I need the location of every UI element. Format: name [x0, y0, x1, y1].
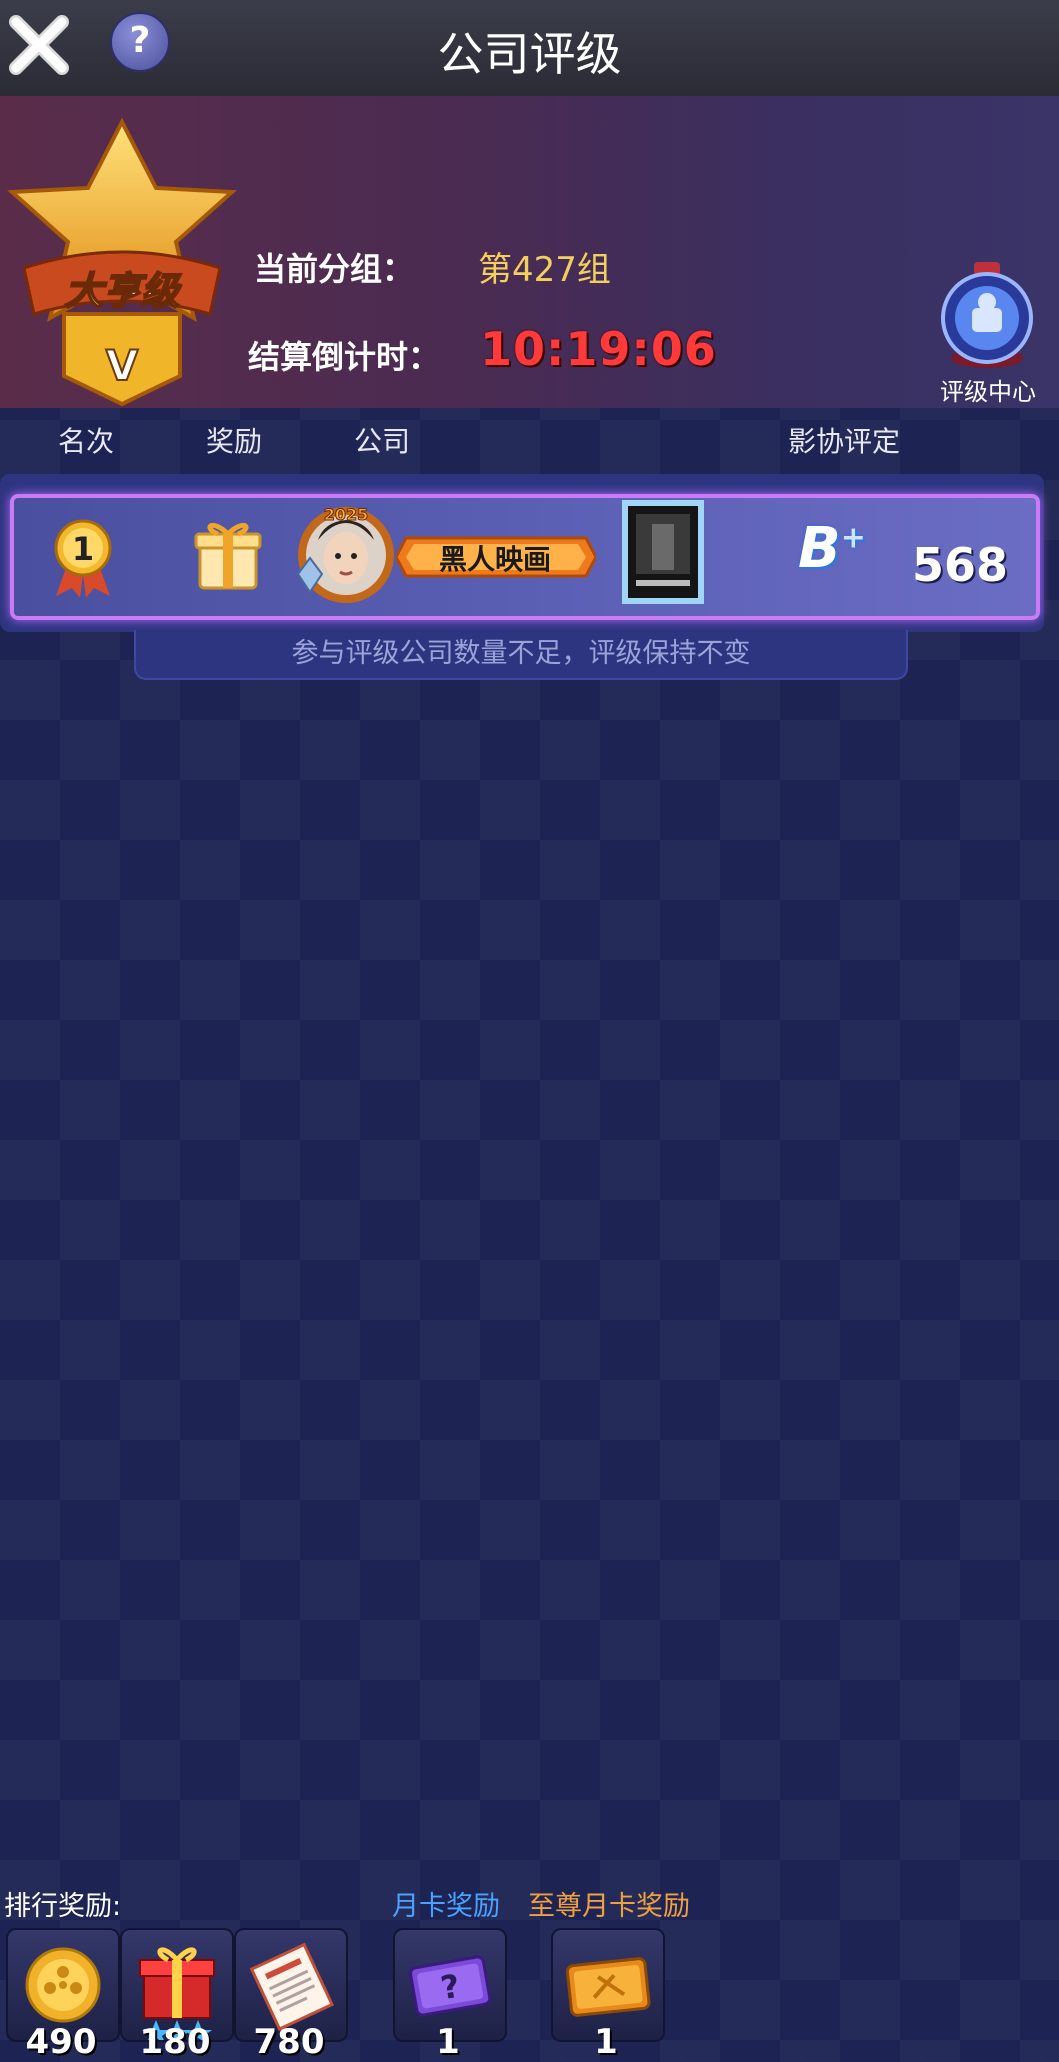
reward-count: 180	[139, 2022, 211, 2062]
company-avatar[interactable]: 2025	[288, 500, 398, 610]
rank-reward-label: 排行奖励:	[4, 1891, 122, 1922]
rating-score: 568	[912, 538, 1009, 592]
grade-modifier: +	[840, 520, 866, 556]
level-tier: V	[106, 341, 139, 390]
col-header-rating: 影协评定	[788, 425, 901, 458]
reward-count: 1	[436, 2022, 460, 2062]
reward-count: 1	[594, 2022, 618, 2062]
rating-center-icon	[941, 262, 1033, 368]
page-title: 公司评级	[437, 27, 622, 81]
grade-letter: B	[798, 516, 841, 581]
group-value: 第427组	[478, 250, 611, 290]
countdown-label: 结算倒计时：	[248, 338, 441, 376]
rating-grade: B+	[798, 516, 866, 581]
reward-count: 490	[25, 2022, 97, 2062]
rating-notice: 参与评级公司数量不足，评级保持不变	[134, 630, 908, 680]
rank-number: 1	[72, 530, 94, 568]
movie-poster[interactable]	[622, 500, 704, 604]
countdown-value: 10:19:06	[480, 322, 717, 376]
rank-medal-icon: 1	[52, 518, 114, 598]
supreme-card-reward-label: 至尊月卡奖励	[528, 1891, 690, 1922]
month-card-reward-label: 月卡奖励	[392, 1891, 500, 1922]
avatar-year-badge: 2025	[324, 505, 369, 524]
group-label: 当前分组：	[254, 250, 415, 288]
company-name: 黑人映画	[438, 543, 551, 576]
col-header-reward: 奖励	[206, 425, 263, 458]
reward-gift-icon[interactable]	[192, 514, 264, 592]
reward-count: 780	[253, 2022, 325, 2062]
top-bar: ? 公司评级	[0, 0, 1059, 98]
col-header-company: 公司	[354, 425, 411, 458]
col-header-rank: 名次	[58, 425, 115, 458]
rating-center-label: 评级中心	[940, 378, 1036, 406]
rating-center-button[interactable]	[936, 262, 1038, 372]
tycoon-level-badge[interactable]: 大亨级 V	[4, 117, 240, 408]
level-name: 大亨级	[65, 269, 182, 313]
